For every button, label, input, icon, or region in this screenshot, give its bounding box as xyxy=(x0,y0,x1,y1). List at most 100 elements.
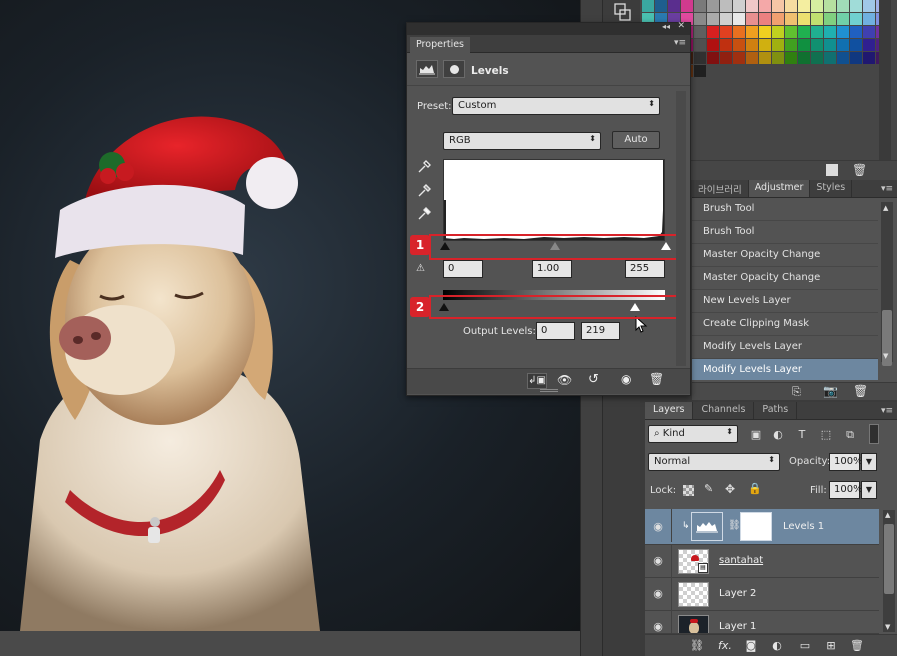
lock-transparent-icon[interactable] xyxy=(683,485,694,496)
output-black-field[interactable]: 0 xyxy=(536,322,575,340)
eye-visibility-icon[interactable]: ◉ xyxy=(651,555,665,567)
color-swatch[interactable] xyxy=(668,0,680,12)
color-swatch[interactable] xyxy=(733,52,745,64)
color-swatch[interactable] xyxy=(824,0,836,12)
color-swatch[interactable] xyxy=(746,39,758,51)
color-swatch[interactable] xyxy=(733,65,745,77)
resize-grip[interactable] xyxy=(540,389,558,392)
color-swatch[interactable] xyxy=(811,52,823,64)
new-group-icon[interactable]: ▭ xyxy=(797,638,813,653)
layer-filter-select[interactable]: ⌕ Kind ⬍ xyxy=(648,425,738,443)
color-swatch[interactable] xyxy=(798,65,810,77)
new-document-from-state-icon[interactable]: ⎘ xyxy=(792,385,801,399)
eye-visibility-icon[interactable]: ◉ xyxy=(651,588,665,600)
input-black-field[interactable]: 0 xyxy=(443,260,483,278)
color-swatch[interactable] xyxy=(798,13,810,25)
tab-channels[interactable]: Channels xyxy=(693,402,755,419)
color-swatch[interactable] xyxy=(824,65,836,77)
color-swatch[interactable] xyxy=(837,26,849,38)
color-swatch[interactable] xyxy=(798,26,810,38)
history-item[interactable]: Master Opacity Change xyxy=(692,267,878,290)
color-swatch[interactable] xyxy=(863,13,875,25)
close-icon[interactable]: ✕ xyxy=(677,21,685,31)
color-swatch[interactable] xyxy=(785,0,797,12)
clipping-warning-icon[interactable]: ⚠ xyxy=(416,263,425,274)
color-swatch[interactable] xyxy=(707,0,719,12)
history-item[interactable]: Brush Tool xyxy=(692,221,878,244)
output-white-field[interactable]: 219 xyxy=(581,322,620,340)
color-swatch[interactable] xyxy=(759,65,771,77)
auto-button[interactable]: Auto xyxy=(612,131,660,149)
color-swatch[interactable] xyxy=(837,52,849,64)
preset-select[interactable]: Custom ⬍ xyxy=(452,97,660,115)
history-item[interactable]: Master Opacity Change xyxy=(692,244,878,267)
panel-menu-icon[interactable]: ▾≡ xyxy=(674,38,686,48)
color-swatch[interactable] xyxy=(837,0,849,12)
color-swatch[interactable] xyxy=(733,13,745,25)
link-layers-icon[interactable]: ⛓ xyxy=(689,638,705,653)
color-swatch[interactable] xyxy=(772,26,784,38)
link-chain-icon[interactable]: ⛓ xyxy=(728,520,741,531)
color-swatch[interactable] xyxy=(707,13,719,25)
color-swatch[interactable] xyxy=(746,13,758,25)
fx-icon[interactable]: fx. xyxy=(717,638,733,653)
color-swatch[interactable] xyxy=(772,52,784,64)
color-swatch[interactable] xyxy=(837,13,849,25)
color-swatch[interactable] xyxy=(694,26,706,38)
color-swatch[interactable] xyxy=(811,65,823,77)
input-gamma-field[interactable]: 1.00 xyxy=(532,260,572,278)
fill-dropdown-button[interactable]: ▼ xyxy=(861,481,877,499)
color-swatch[interactable] xyxy=(785,65,797,77)
collapse-icon[interactable]: ◂◂ xyxy=(662,22,670,31)
properties-scrollbar[interactable] xyxy=(676,91,686,366)
lock-position-icon[interactable]: ✥ xyxy=(725,482,735,496)
color-swatch[interactable] xyxy=(811,0,823,12)
tab-properties[interactable]: Properties xyxy=(410,37,471,53)
fill-field[interactable]: 100% xyxy=(829,481,863,499)
color-swatch[interactable] xyxy=(863,39,875,51)
color-swatch[interactable] xyxy=(837,65,849,77)
color-swatch[interactable] xyxy=(850,52,862,64)
color-swatch[interactable] xyxy=(785,52,797,64)
trash-icon[interactable]: 🗑 xyxy=(849,638,865,653)
history-item[interactable]: Create Clipping Mask xyxy=(692,313,878,336)
properties-titlebar[interactable]: ◂◂ ✕ xyxy=(407,21,690,35)
history-scrollbar[interactable]: ▲ ▼ xyxy=(881,202,893,366)
color-swatch[interactable] xyxy=(733,0,745,12)
layer-name[interactable]: Levels 1 xyxy=(783,521,824,532)
color-swatch[interactable] xyxy=(746,65,758,77)
layers-scroll-thumb[interactable] xyxy=(884,524,894,594)
toggle-visibility-icon[interactable]: ◉ xyxy=(621,372,631,386)
color-swatch[interactable] xyxy=(785,13,797,25)
history-item[interactable]: New Levels Layer xyxy=(692,290,878,313)
white-point-eyedropper-icon[interactable] xyxy=(417,207,431,221)
trash-icon[interactable]: 🗑 xyxy=(649,372,664,386)
gray-point-eyedropper-icon[interactable] xyxy=(417,184,431,198)
color-swatch[interactable] xyxy=(720,0,732,12)
levels-adjustment-thumbnail[interactable] xyxy=(691,512,723,541)
color-swatch[interactable] xyxy=(811,39,823,51)
color-swatch[interactable] xyxy=(720,52,732,64)
color-swatch[interactable] xyxy=(733,26,745,38)
panel-menu-icon[interactable]: ▾≡ xyxy=(881,184,897,197)
color-swatch[interactable] xyxy=(863,0,875,12)
camera-icon[interactable]: 📷 xyxy=(823,384,838,398)
color-swatch[interactable] xyxy=(824,39,836,51)
new-layer-icon[interactable]: ⊞ xyxy=(823,638,839,653)
history-item[interactable]: Modify Levels Layer xyxy=(692,336,878,359)
color-swatch[interactable] xyxy=(785,39,797,51)
color-swatch[interactable] xyxy=(694,0,706,12)
layer-row-levels-1[interactable]: ◉ ↳ ⛓ Levels 1 xyxy=(645,509,879,545)
santahat-thumbnail[interactable]: ▤ xyxy=(678,549,709,574)
color-swatch[interactable] xyxy=(720,39,732,51)
color-swatch[interactable] xyxy=(811,26,823,38)
color-swatch[interactable] xyxy=(785,26,797,38)
color-swatch[interactable] xyxy=(720,65,732,77)
panel-menu-icon[interactable]: ▾≡ xyxy=(881,406,897,419)
tab-layers[interactable]: Layers xyxy=(645,402,694,419)
color-swatch[interactable] xyxy=(824,13,836,25)
color-swatch[interactable] xyxy=(720,13,732,25)
color-swatch[interactable] xyxy=(850,26,862,38)
tab-adjustments[interactable]: Adjustmer xyxy=(748,180,811,197)
lock-all-icon[interactable]: 🔒 xyxy=(748,482,762,495)
